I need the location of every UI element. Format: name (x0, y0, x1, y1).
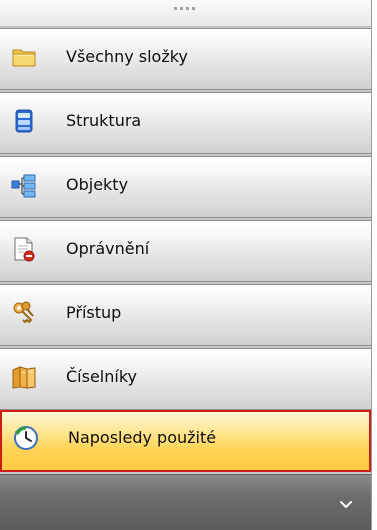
navigation-pane: Všechny složky Struktura Objekty Oprávně… (0, 0, 372, 530)
nav-item-label: Oprávnění (66, 239, 150, 258)
nav-item-naposledy-pouzite[interactable]: Naposledy použité (0, 410, 371, 472)
chevron-down-icon[interactable] (338, 496, 354, 512)
nav-item-vsechny-slozky[interactable]: Všechny složky (0, 28, 371, 90)
grip-dots (174, 7, 200, 11)
books-icon (11, 364, 37, 390)
nav-item-label: Naposledy použité (68, 428, 217, 447)
nav-item-objekty[interactable]: Objekty (0, 156, 371, 218)
nav-item-label: Objekty (66, 175, 129, 194)
keys-icon (11, 300, 37, 326)
structure-icon (11, 108, 37, 134)
folder-icon (11, 44, 37, 70)
nav-item-ciselniky[interactable]: Číselníky (0, 348, 371, 410)
nav-item-label: Struktura (66, 111, 142, 130)
nav-item-label: Číselníky (66, 367, 137, 386)
objects-tree-icon (11, 172, 37, 198)
nav-item-label: Přístup (66, 303, 122, 322)
document-permission-icon (11, 236, 37, 262)
navigation-footer (0, 474, 371, 530)
pane-resize-grip[interactable] (0, 0, 371, 27)
nav-item-label: Všechny složky (66, 47, 188, 66)
nav-item-opravneni[interactable]: Oprávnění (0, 220, 371, 282)
nav-item-struktura[interactable]: Struktura (0, 92, 371, 154)
nav-item-pristup[interactable]: Přístup (0, 284, 371, 346)
recent-clock-icon (13, 425, 39, 451)
